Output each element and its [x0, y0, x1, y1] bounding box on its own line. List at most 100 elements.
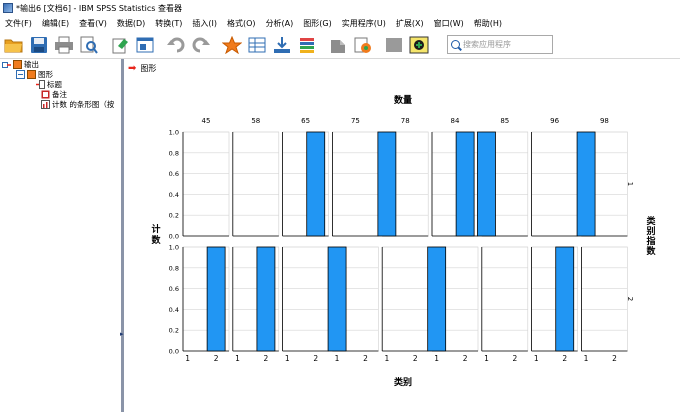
- y-tick-label: 0.0: [169, 233, 179, 241]
- x-tick-label: 2: [264, 354, 269, 363]
- search-icon: [451, 40, 460, 49]
- chart-panel: [381, 246, 429, 352]
- row-panel-title: 类别指数: [646, 217, 656, 257]
- bar-84-2-1: [427, 246, 447, 352]
- x-tick-label: 2: [612, 354, 617, 363]
- menu-transform[interactable]: 转换(T): [150, 16, 187, 31]
- print-icon[interactable]: [52, 34, 76, 56]
- tree-item-title[interactable]: 标题: [36, 79, 62, 89]
- y-tick-label: 0.4: [169, 191, 179, 199]
- goto-variable-icon[interactable]: [270, 34, 294, 56]
- menu-analyze[interactable]: 分析(A): [261, 16, 299, 31]
- goto-data-icon[interactable]: [220, 34, 244, 56]
- tree-item-graph[interactable]: 图形: [16, 69, 53, 79]
- paneled-bar-chart[interactable]: 数量 45 58 65 75 78 84 85 96 98 0.0 0.2 0.4 0.6 0.8 1.0 1…: [124, 59, 680, 412]
- bar-45-2-2: [206, 246, 226, 352]
- y-tick-label: 1.0: [169, 129, 179, 137]
- column-header-78: 78: [401, 117, 410, 125]
- bar-98-1-1: [576, 131, 596, 237]
- y-tick-label: 0.8: [169, 264, 179, 272]
- pivot-icon[interactable]: [351, 34, 375, 56]
- column-header-58: 58: [251, 117, 260, 125]
- spss-app-icon: [3, 3, 13, 13]
- y-tick-label: 0.2: [169, 212, 179, 220]
- tree-label-bar-chart: 计数 的条形图（按: [52, 99, 115, 109]
- window-title: *输出6 [文档6] - IBM SPSS Statistics 查看器: [16, 3, 182, 13]
- menu-view[interactable]: 查看(V): [74, 16, 112, 31]
- column-header-65: 65: [301, 117, 310, 125]
- x-tick-label: 1: [484, 354, 489, 363]
- chart-panel: [332, 131, 379, 237]
- menu-bar: 文件(F) 编辑(E) 查看(V) 数据(D) 转换(T) 插入(I) 格式(O…: [0, 16, 680, 31]
- x-tick-label: 1: [584, 354, 589, 363]
- goto-case-icon[interactable]: [245, 34, 269, 56]
- bar-78-1-1: [377, 131, 397, 237]
- chart-title: 数量: [394, 94, 412, 106]
- outline-pane: 输出 图形 标题 备注 计数 的条形图（按: [0, 59, 121, 412]
- y-tick-label: 0.6: [169, 285, 179, 293]
- redo-icon[interactable]: [189, 34, 213, 56]
- menu-format[interactable]: 格式(O): [222, 16, 261, 31]
- menu-insert[interactable]: 插入(I): [187, 16, 222, 31]
- x-tick-label: 2: [363, 354, 368, 363]
- show-all-icon[interactable]: [407, 34, 431, 56]
- menu-utilities[interactable]: 实用程序(U): [337, 16, 391, 31]
- variables-icon[interactable]: [295, 34, 319, 56]
- chart-panel: [282, 246, 329, 352]
- column-header-96: 96: [550, 117, 559, 125]
- output-content-pane: ➡ 图形 数量 45 58 65 75 78 84 85 96 98 0.0 0.2 0.4 0.6 0.…: [124, 59, 680, 412]
- x-tick-label: 2: [463, 354, 468, 363]
- chart-panel: [481, 246, 529, 352]
- menu-extensions[interactable]: 扩展(X): [391, 16, 429, 31]
- chart-panel: [232, 131, 280, 237]
- x-tick-label: 1: [185, 354, 190, 363]
- spss-viewer-window: *输出6 [文档6] - IBM SPSS Statistics 查看器 文件(…: [0, 0, 680, 412]
- x-tick-label: 2: [413, 354, 418, 363]
- recall-dialog-icon[interactable]: [133, 34, 157, 56]
- x-tick-label: 2: [562, 354, 567, 363]
- menu-data[interactable]: 数据(D): [112, 16, 150, 31]
- x-tick-label: 1: [335, 354, 340, 363]
- x-tick-label: 1: [285, 354, 290, 363]
- export-icon[interactable]: [108, 34, 132, 56]
- search-apps-input[interactable]: 搜索应用程序: [447, 35, 553, 54]
- tree-label-output: 输出: [24, 59, 39, 69]
- tree-item-output[interactable]: 输出: [2, 59, 39, 69]
- title-bar: *输出6 [文档6] - IBM SPSS Statistics 查看器: [0, 0, 680, 16]
- tree-item-notes[interactable]: 备注: [41, 89, 67, 99]
- menu-graphs[interactable]: 图形(G): [298, 16, 336, 31]
- x-axis-title: 类别: [394, 376, 412, 388]
- print-preview-icon[interactable]: [77, 34, 101, 56]
- column-header-45: 45: [202, 117, 211, 125]
- menu-edit[interactable]: 编辑(E): [37, 16, 74, 31]
- bar-58-2-2: [256, 246, 276, 352]
- expand-arrow-icon: [2, 61, 11, 68]
- menu-help[interactable]: 帮助(H): [469, 16, 507, 31]
- insert-new-icon[interactable]: [326, 34, 350, 56]
- save-disk-icon[interactable]: [27, 34, 51, 56]
- graph-book-icon: [27, 69, 36, 79]
- menu-window[interactable]: 窗口(W): [429, 16, 469, 31]
- menu-file[interactable]: 文件(F): [0, 16, 37, 31]
- designate-window-icon[interactable]: [382, 34, 406, 56]
- title-doc-icon: [36, 79, 45, 89]
- chart-panel: [182, 131, 230, 237]
- bar-65-1-2: [306, 131, 326, 237]
- chart-panel: [581, 246, 628, 352]
- bar-96-2-2: [555, 246, 575, 352]
- x-tick-label: 1: [384, 354, 389, 363]
- y-tick-label: 0.0: [169, 348, 179, 356]
- x-tick-label: 2: [513, 354, 518, 363]
- y-axis-title: 计数: [151, 225, 161, 246]
- tree-item-bar-chart[interactable]: 计数 的条形图（按: [41, 99, 114, 109]
- x-tick-label: 1: [534, 354, 539, 363]
- x-tick-label: 2: [313, 354, 318, 363]
- notes-icon: [41, 90, 50, 98]
- output-book-icon: [13, 59, 22, 69]
- bar-75-2-1: [327, 246, 347, 352]
- undo-icon[interactable]: [164, 34, 188, 56]
- open-folder-icon[interactable]: [2, 34, 26, 56]
- collapse-box-icon: [16, 69, 25, 79]
- y-tick-label: 0.8: [169, 149, 179, 157]
- toolbar: [0, 31, 680, 58]
